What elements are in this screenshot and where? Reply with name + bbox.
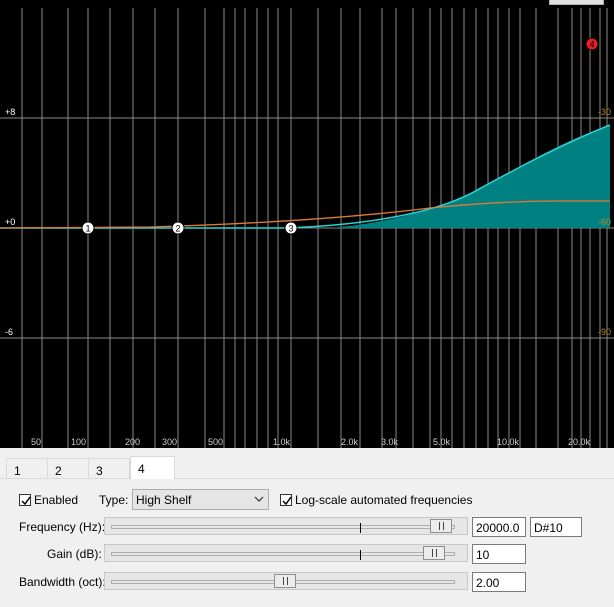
eq-node-4[interactable]: 4	[585, 37, 599, 51]
gain-input-value: 10	[476, 548, 490, 562]
enabled-label: Enabled	[34, 493, 79, 507]
freq-label-2k: 2.0k	[341, 437, 359, 447]
log-scale-label: Log-scale automated frequencies	[295, 493, 473, 507]
gain-input[interactable]: 10	[472, 544, 526, 564]
gain-slider-thumb[interactable]	[423, 546, 445, 560]
freq-label-100: 100	[71, 437, 86, 447]
freq-label-10k: 10.0k	[497, 437, 520, 447]
gain-slider[interactable]	[104, 544, 468, 562]
bandwidth-input[interactable]: 2.00	[472, 572, 526, 592]
frequency-slider-thumb[interactable]	[430, 519, 452, 533]
frequency-label: Frequency (Hz):	[19, 520, 106, 534]
band-settings-panel: Enabled Type: High Shelf Log-scale autom…	[0, 478, 614, 607]
response-fill-area	[330, 125, 610, 228]
frequency-slider-center-tick	[360, 523, 361, 533]
db-label-left-bottom: -6	[5, 327, 13, 337]
frequency-input-value: 20000.0	[476, 521, 520, 535]
log-scale-checkbox[interactable]	[280, 494, 292, 506]
frequency-slider-track	[111, 523, 455, 533]
frequency-slider[interactable]	[104, 517, 468, 535]
frequency-note-input[interactable]: D#10	[530, 517, 582, 537]
db-label-left-top: +8	[5, 107, 15, 117]
chevron-down-icon	[254, 496, 264, 502]
tab-band-3[interactable]: 3	[88, 458, 130, 478]
eq-graph-canvas[interactable]: +8 +0 -6 -30 -60 -90 50 100 200 300 500 …	[0, 0, 614, 448]
type-select-value: High Shelf	[136, 493, 192, 507]
eq-node-1[interactable]: 1	[81, 221, 95, 235]
bandwidth-label: Bandwidth (oct):	[19, 575, 106, 589]
eq-node-3[interactable]: 3	[284, 221, 298, 235]
band-tabs: 1 2 3 4	[0, 456, 614, 479]
eq-graph[interactable]: +8 +0 -6 -30 -60 -90 50 100 200 300 500 …	[0, 0, 614, 448]
eq-node-2[interactable]: 2	[171, 221, 185, 235]
tab-band-2-label: 2	[55, 464, 62, 478]
bandwidth-input-value: 2.00	[476, 576, 500, 590]
tab-band-3-label: 3	[96, 464, 103, 478]
corner-button[interactable]	[549, 0, 604, 5]
tab-band-4[interactable]: 4	[130, 456, 175, 479]
db-label-right-mid: -60	[598, 217, 611, 227]
bandwidth-slider-thumb[interactable]	[274, 574, 296, 588]
gain-label: Gain (dB):	[47, 547, 102, 561]
type-select[interactable]: High Shelf	[132, 489, 269, 510]
frequency-note-value: D#10	[534, 521, 563, 535]
tab-band-1[interactable]: 1	[6, 458, 48, 478]
freq-label-5k: 5.0k	[433, 437, 451, 447]
bandwidth-slider[interactable]	[104, 572, 468, 590]
db-label-right-top: -30	[598, 107, 611, 117]
freq-label-200: 200	[125, 437, 140, 447]
svg-text:4: 4	[589, 40, 594, 50]
freq-label-20k: 20.0k	[568, 437, 591, 447]
freq-label-1k: 1.0k	[273, 437, 291, 447]
freq-label-500: 500	[208, 437, 223, 447]
freq-label-300: 300	[162, 437, 177, 447]
freq-label-50: 50	[31, 437, 41, 447]
tab-band-1-label: 1	[14, 464, 21, 478]
enabled-checkbox[interactable]	[19, 494, 31, 506]
svg-text:2: 2	[175, 224, 180, 234]
checkmark-icon	[282, 496, 292, 506]
db-label-left-mid: +0	[5, 217, 15, 227]
frequency-input[interactable]: 20000.0	[472, 517, 526, 537]
svg-text:3: 3	[288, 224, 293, 234]
freq-label-3k: 3.0k	[381, 437, 399, 447]
svg-text:1: 1	[85, 224, 90, 234]
gain-slider-center-tick	[360, 550, 361, 560]
tab-band-2[interactable]: 2	[47, 458, 89, 478]
db-label-right-bottom: -90	[598, 327, 611, 337]
gain-slider-track	[111, 550, 455, 560]
checkmark-icon	[21, 496, 31, 506]
type-label: Type:	[99, 493, 129, 507]
tab-band-4-label: 4	[138, 462, 145, 476]
